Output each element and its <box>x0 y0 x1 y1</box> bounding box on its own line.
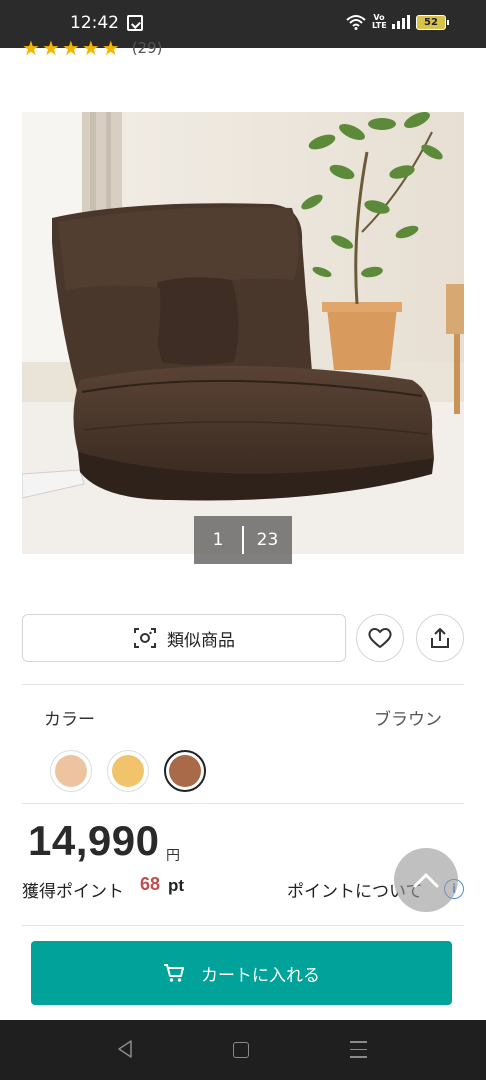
heart-icon <box>368 628 392 648</box>
swatch-fill <box>55 755 87 787</box>
points-value: 68 <box>140 874 161 894</box>
add-to-cart-button[interactable]: カートに入れる <box>31 941 452 1005</box>
price-unit: 円 <box>166 848 180 864</box>
color-selected-value: ブラウン <box>374 710 442 730</box>
color-swatch-beige[interactable] <box>50 750 92 792</box>
back-icon[interactable] <box>116 1039 134 1059</box>
similar-products-button[interactable]: 類似商品 <box>22 614 346 662</box>
similar-products-label: 類似商品 <box>167 630 235 651</box>
divider <box>22 925 464 926</box>
color-swatch-yellow[interactable] <box>107 750 149 792</box>
image-counter: 1 23 <box>194 516 292 564</box>
image-counter-current: 1 <box>212 530 224 550</box>
home-icon[interactable] <box>233 1042 249 1058</box>
divider <box>22 803 464 804</box>
share-icon <box>431 628 449 648</box>
points-label: 獲得ポイント <box>22 882 124 902</box>
color-label: カラー <box>44 710 95 730</box>
recent-apps-icon[interactable] <box>350 1041 367 1064</box>
swatch-fill <box>112 755 144 787</box>
favorite-button[interactable] <box>356 614 404 662</box>
image-counter-total: 23 <box>256 530 279 550</box>
system-nav-bar <box>0 1020 486 1080</box>
divider <box>22 684 464 685</box>
share-button[interactable] <box>416 614 464 662</box>
points-unit: pt <box>168 876 185 895</box>
product-image[interactable] <box>22 112 464 554</box>
price-value: 14,990 <box>28 817 160 864</box>
scroll-to-top-button[interactable] <box>394 848 458 912</box>
color-swatch-brown[interactable] <box>164 750 206 792</box>
camera-search-icon <box>134 628 156 648</box>
add-to-cart-label: カートに入れる <box>201 965 320 986</box>
cart-icon <box>164 964 184 982</box>
chevron-up-icon <box>413 873 439 888</box>
swatch-fill <box>169 755 201 787</box>
